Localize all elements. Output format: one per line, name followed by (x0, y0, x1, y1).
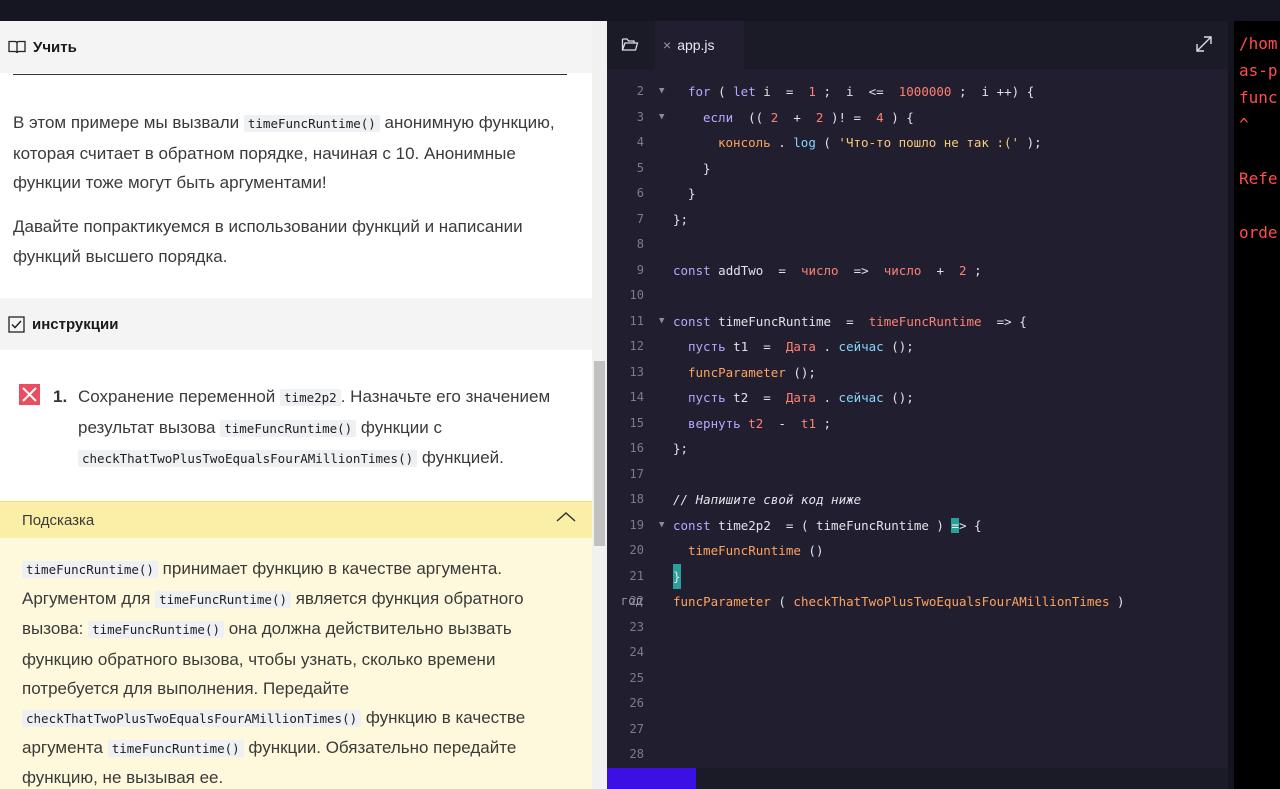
inline-code: timeFuncRuntime() (243, 115, 380, 132)
terminal-line: orde (1239, 223, 1278, 242)
learn-scrollbar[interactable] (592, 21, 607, 789)
hint-text: timeFuncRuntime() принимает функцию в ка… (22, 559, 526, 788)
code-line: 18// Напишите свой код ниже (629, 492, 862, 507)
code-line: 24 (629, 645, 644, 659)
fail-x-icon (19, 384, 40, 405)
code-line: 21} (607, 563, 1228, 589)
checkbox-icon (8, 315, 25, 333)
code-line: 9 const addTwo = число => число + 2 ; (636, 262, 982, 278)
lesson-paragraph: В этом примере мы вызвали timeFuncRuntim… (13, 113, 555, 192)
code-line: 4 консоль . log ( 'Что-то пошло не так :(… (636, 135, 1042, 150)
output-terminal: /hom as-p func ^ Refe orde (1234, 21, 1280, 789)
code-line: 16}; (629, 441, 689, 456)
task-text: Сохранение переменной time2p2. Назначьте… (78, 387, 551, 467)
expand-icon[interactable] (1194, 34, 1214, 54)
code-line: 19 ▼ const time2p2 = ( timeFuncRuntime ) =… (629, 517, 982, 533)
code-line: 10 (629, 288, 644, 302)
terminal-line: /hom (1239, 34, 1278, 53)
code-line: 5} (636, 160, 711, 176)
close-icon[interactable]: × (663, 37, 671, 53)
lesson-paragraph: Давайте попрактикуемся в использовании ф… (13, 217, 523, 266)
learn-title: Учить (33, 38, 77, 56)
run-button[interactable] (607, 768, 696, 789)
terminal-line: as-p (1239, 61, 1278, 80)
code-line: 27 (629, 721, 644, 736)
code-line: 17 (629, 466, 644, 481)
code-line: 23 (629, 619, 644, 634)
editor-footer (607, 768, 1228, 789)
code-line: 22 год funcParameter ( checkThatTwoPlusTwo… (621, 594, 1125, 609)
tab-label: app.js (677, 37, 715, 53)
code-line: 13 funcParameter (); (629, 364, 816, 380)
task-number: 1. (53, 387, 68, 406)
chevron-up-icon (556, 511, 576, 522)
code-line: 28 (629, 747, 644, 761)
terminal-line: func (1239, 88, 1278, 107)
folder-icon[interactable] (621, 36, 639, 52)
code-line: 3 ▼ если (( 2 + 2 )! = 4 ) { (636, 109, 914, 125)
hint-body: timeFuncRuntime() принимает функцию в ка… (0, 538, 592, 789)
book-icon (8, 40, 26, 54)
code-line: 2 ▼ for ( let i = 1 ; i <= 1000000 ; i ++)… (636, 84, 1035, 99)
terminal-line: Refe (1239, 169, 1278, 188)
code-line: 20 timeFuncRuntime () (629, 543, 824, 558)
tab-app-js[interactable]: × app.js (655, 21, 744, 69)
editor-tab-bar: × app.js (607, 21, 1228, 69)
code-line: 15 вернуть t2 - t1 ; (629, 415, 832, 431)
code-line: 8 (636, 237, 644, 251)
code-line: 11 ▼ const timeFuncRuntime = timeFuncRunti… (629, 313, 1027, 329)
hint-toggle[interactable]: Подсказка (0, 501, 592, 538)
code-editor[interactable]: × app.js 2 ▼ for ( let i = 1 ; i <= 100000… (607, 21, 1228, 789)
terminal-line: ^ (1239, 115, 1249, 134)
top-bar (0, 0, 1280, 21)
instructions-header: инструкции (0, 298, 592, 350)
code-line: 7}; (636, 211, 689, 227)
hint-title: Подсказка (22, 511, 95, 529)
divider (13, 74, 567, 75)
code-line: 6} (636, 186, 696, 201)
code-line: 14 пусть t2 = Дата . сейчас (); (629, 390, 914, 405)
code-line: 12 пусть t1 = Дата . сейчас (); (629, 339, 914, 354)
learn-header[interactable]: Учить (0, 21, 607, 73)
scrollbar-thumb[interactable] (594, 361, 605, 546)
learn-panel: Учить В этом примере мы вызвали timeFunc… (0, 21, 607, 789)
instructions-title: инструкции (32, 315, 119, 333)
code-line: 26 (629, 696, 644, 710)
code-line: 25 (629, 670, 644, 685)
